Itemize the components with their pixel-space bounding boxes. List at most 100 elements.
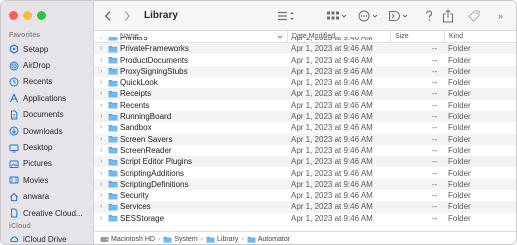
disclosure-chevron-icon[interactable]: › — [100, 78, 106, 87]
table-row[interactable]: › Sandbox Apr 1, 2023 at 9:46 AM -- Folder — [94, 122, 516, 133]
share-button[interactable] — [442, 1, 454, 31]
table-row[interactable]: › ScreenReader Apr 1, 2023 at 9:46 AM -- Fol… — [94, 145, 516, 156]
minimize-window-button[interactable] — [23, 11, 32, 20]
help-button[interactable] — [425, 1, 433, 31]
more-toolbar-button[interactable]: » — [498, 1, 503, 31]
file-date: Apr 1, 2023 at 9:46 AM — [291, 78, 373, 88]
folder-icon — [108, 90, 118, 98]
sidebar-section-favorites: Favorites — [9, 32, 41, 39]
file-kind: Folder — [448, 44, 471, 54]
sidebar-item-desktop[interactable]: Desktop — [5, 139, 91, 155]
sidebar-item-movies[interactable]: Movies — [5, 172, 91, 188]
folder-icon — [108, 146, 118, 154]
double-chevron-icon: » — [498, 11, 504, 21]
document-icon — [9, 110, 19, 120]
table-row[interactable]: › Screen Savers Apr 1, 2023 at 9:46 AM -- Fo… — [94, 133, 516, 145]
table-row[interactable]: › Receipts Apr 1, 2023 at 9:46 AM -- Folder — [94, 88, 516, 100]
disclosure-chevron-icon[interactable]: › — [100, 89, 106, 98]
disclosure-chevron-icon[interactable]: › — [100, 202, 106, 211]
sidebar-item-icloud-drive[interactable]: iCloud Drive — [5, 232, 91, 244]
table-row[interactable]: › ScriptingDefinitions Apr 1, 2023 at 9:46… — [94, 178, 516, 191]
folder-icon — [108, 192, 118, 200]
window-controls — [9, 11, 46, 20]
table-row[interactable]: › RunningBoard Apr 1, 2023 at 9:46 AM -- Fol… — [94, 111, 516, 123]
folder-icon — [108, 180, 118, 188]
disclosure-chevron-icon[interactable]: › — [100, 191, 106, 200]
disclosure-chevron-icon[interactable]: › — [100, 214, 106, 223]
disclosure-chevron-icon[interactable]: › — [100, 112, 106, 121]
disclosure-chevron-icon[interactable]: › — [100, 169, 106, 178]
folder-icon — [108, 158, 118, 166]
path-crumb[interactable]: Library — [206, 236, 238, 243]
tags-button[interactable] — [467, 1, 481, 31]
file-name: SESStorage — [120, 213, 165, 223]
file-kind: Folder — [448, 168, 471, 178]
folder-icon — [108, 45, 118, 53]
file-name: ProductDocuments — [120, 55, 189, 65]
disclosure-chevron-icon[interactable]: › — [100, 157, 106, 166]
table-row[interactable]: › Script Editor Plugins Apr 1, 2023 at 9:4… — [94, 156, 516, 168]
folder-icon — [108, 37, 118, 41]
disclosure-chevron-icon[interactable]: › — [100, 123, 106, 132]
file-date: Apr 1, 2023 at 9:46 AM — [291, 134, 373, 144]
disclosure-chevron-icon[interactable]: › — [100, 146, 106, 155]
table-row[interactable]: › SESStorage Apr 1, 2023 at 9:46 AM -- Folde… — [94, 213, 516, 224]
sidebar-item-documents[interactable]: Documents — [5, 107, 91, 123]
icloud-list: iCloud Drive — [5, 232, 91, 244]
list-view-button[interactable] — [277, 1, 297, 31]
file-name: RunningBoard — [120, 112, 172, 121]
disclosure-chevron-icon[interactable]: › — [100, 44, 106, 53]
sidebar-item-pictures[interactable]: Pictures — [5, 156, 91, 172]
back-button[interactable] — [104, 1, 112, 31]
file-name: ScreenReader — [120, 145, 172, 155]
disclosure-chevron-icon[interactable]: › — [100, 56, 106, 65]
sidebar-item-creative-cloud[interactable]: Creative Cloud... — [5, 205, 91, 221]
folder-icon — [108, 113, 118, 121]
folder-icon — [108, 203, 118, 211]
file-kind: Folder — [448, 123, 471, 133]
forward-button[interactable] — [123, 1, 131, 31]
disclosure-chevron-icon[interactable]: › — [100, 37, 106, 42]
zoom-window-button[interactable] — [37, 11, 46, 20]
close-window-button[interactable] — [9, 11, 18, 20]
table-row[interactable]: › ProductDocuments Apr 1, 2023 at 9:46 AM -… — [94, 55, 516, 66]
path-crumb-label: System — [174, 235, 198, 243]
sidebar-item-label: anwara — [23, 192, 50, 202]
table-row[interactable]: › ScriptingAdditions Apr 1, 2023 at 9:46 A… — [94, 168, 516, 179]
table-row[interactable]: › ProxySigningStubs Apr 1, 2023 at 9:46 AM… — [94, 65, 516, 78]
movies-icon — [9, 175, 19, 185]
sidebar-item-label: Creative Cloud... — [23, 208, 83, 218]
file-name: PrivateFrameworks — [120, 44, 189, 54]
file-size: -- — [432, 213, 438, 223]
disclosure-chevron-icon[interactable]: › — [100, 180, 106, 189]
file-name: Services — [120, 202, 151, 212]
table-row[interactable]: › Recents Apr 1, 2023 at 9:46 AM -- Folder — [94, 100, 516, 111]
disclosure-chevron-icon[interactable]: › — [100, 135, 106, 144]
sidebar-item-downloads[interactable]: Downloads — [5, 123, 91, 139]
action-menu-button[interactable] — [358, 1, 380, 31]
disclosure-chevron-icon[interactable]: › — [100, 67, 106, 76]
table-row[interactable]: › Security Apr 1, 2023 at 9:46 AM -- Folder — [94, 190, 516, 201]
quick-actions-button[interactable] — [388, 1, 410, 31]
file-name: Sandbox — [120, 123, 152, 133]
table-row[interactable]: › PrivateFrameworks Apr 1, 2023 at 9:46 AM… — [94, 43, 516, 55]
group-view-button[interactable] — [326, 1, 348, 31]
folder-icon — [108, 124, 118, 132]
path-crumb[interactable]: System — [163, 235, 198, 243]
sidebar-item-recents[interactable]: Recents — [5, 74, 91, 90]
sidebar-item-airdrop[interactable]: AirDrop — [5, 57, 91, 73]
table-row[interactable]: › Services Apr 1, 2023 at 9:46 AM -- Folder — [94, 201, 516, 213]
sidebar-item-setapp[interactable]: Setapp — [5, 41, 91, 57]
sidebar-item-home[interactable]: anwara — [5, 189, 91, 205]
file-kind: Folder — [448, 66, 471, 76]
path-separator-icon: › — [157, 235, 161, 243]
sidebar-item-label: Pictures — [23, 159, 52, 169]
path-crumb-label: Macintosh HD — [111, 235, 155, 243]
table-row[interactable]: › QuickLook Apr 1, 2023 at 9:46 AM -- Folder — [94, 77, 516, 88]
folder-icon — [206, 236, 215, 243]
sidebar-item-applications[interactable]: Applications — [5, 90, 91, 106]
sidebar-item-label: Applications — [23, 93, 67, 103]
path-crumb[interactable]: Macintosh HD — [100, 236, 155, 243]
disclosure-chevron-icon[interactable]: › — [100, 101, 106, 110]
path-crumb[interactable]: Automator — [247, 236, 290, 243]
